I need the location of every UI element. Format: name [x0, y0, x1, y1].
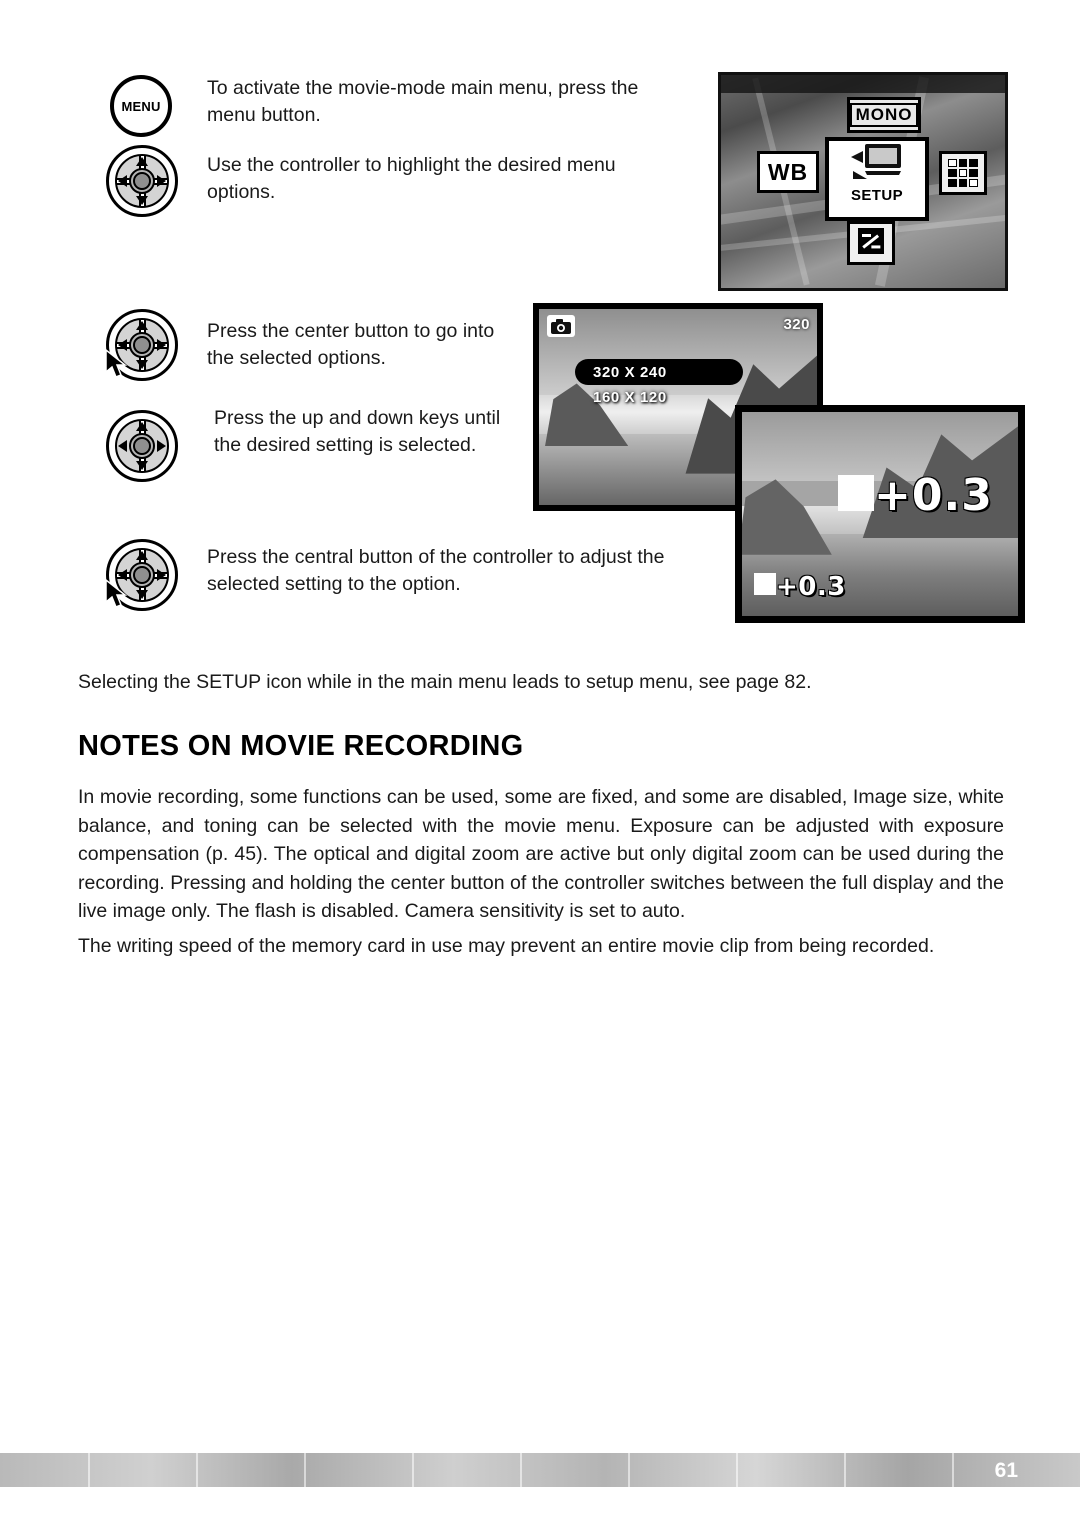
exposure-value-small: +0.3 [754, 573, 846, 600]
image-size-option-selected-label: 320 X 240 [593, 363, 667, 381]
four-way-controller-icon [106, 145, 178, 217]
setup-note: Selecting the SETUP icon while in the ma… [78, 671, 812, 693]
image-size-option-other-label: 160 X 120 [593, 389, 667, 406]
lcd-exposure-compensation-screenshot: +0.3 +0.3 [735, 405, 1025, 623]
setup-label: SETUP [850, 187, 903, 204]
step-5-text: Press the central button of the controll… [207, 546, 665, 595]
camera-mode-icon [547, 315, 575, 337]
lcd-main-menu-screenshot: WB MONO SETUP [718, 72, 1008, 291]
step-1-text: To activate the movie-mode main menu, pr… [207, 77, 639, 126]
image-size-option-other[interactable]: 160 X 120 [593, 389, 667, 406]
controller-center-press-icon-2 [105, 539, 178, 611]
menu-tile-grid[interactable] [939, 151, 987, 195]
setup-icon [851, 144, 901, 179]
exposure-value-small-label: +0.3 [776, 571, 846, 602]
page-number: 61 [994, 1459, 1018, 1482]
body-paragraph-1: In movie recording, some functions can b… [78, 786, 1004, 922]
step-2-text: Use the controller to highlight the desi… [207, 154, 616, 203]
resolution-badge: 320 [783, 316, 810, 333]
controller-center-press-icon [105, 309, 178, 381]
menu-tile-exposure-compensation[interactable] [847, 221, 895, 265]
image-size-option-selected[interactable]: 320 X 240 [575, 359, 743, 385]
step-3-text: Press the center button to go into the s… [207, 320, 495, 369]
exposure-value-large-label: +0.3 [874, 470, 993, 521]
controller-up-down-icon [106, 410, 178, 482]
exposure-compensation-icon-large [838, 474, 874, 518]
page-title: NOTES ON MOVIE RECORDING [78, 730, 524, 762]
hand-pointer-icon-2 [105, 578, 128, 608]
menu-tile-white-balance[interactable]: WB [757, 151, 819, 193]
exposure-value-large: +0.3 [838, 474, 993, 518]
menu-tile-setup[interactable]: SETUP [825, 137, 929, 221]
step-4-text: Press the up and down keys until the des… [214, 407, 501, 456]
menu-tile-mono[interactable]: MONO [847, 97, 921, 133]
exposure-compensation-icon-small [754, 573, 776, 600]
menu-tile-wb-label: WB [767, 158, 809, 185]
grid-icon [948, 159, 978, 187]
exposure-compensation-icon [858, 228, 884, 258]
hand-pointer-icon [105, 348, 128, 378]
menu-button-icon: MENU [110, 75, 172, 137]
body-paragraph-2: The writing speed of the memory card in … [78, 935, 935, 957]
footer-bar [0, 1453, 1080, 1487]
menu-button-label: MENU [121, 98, 161, 114]
menu-tile-mono-label: MONO [849, 102, 919, 128]
